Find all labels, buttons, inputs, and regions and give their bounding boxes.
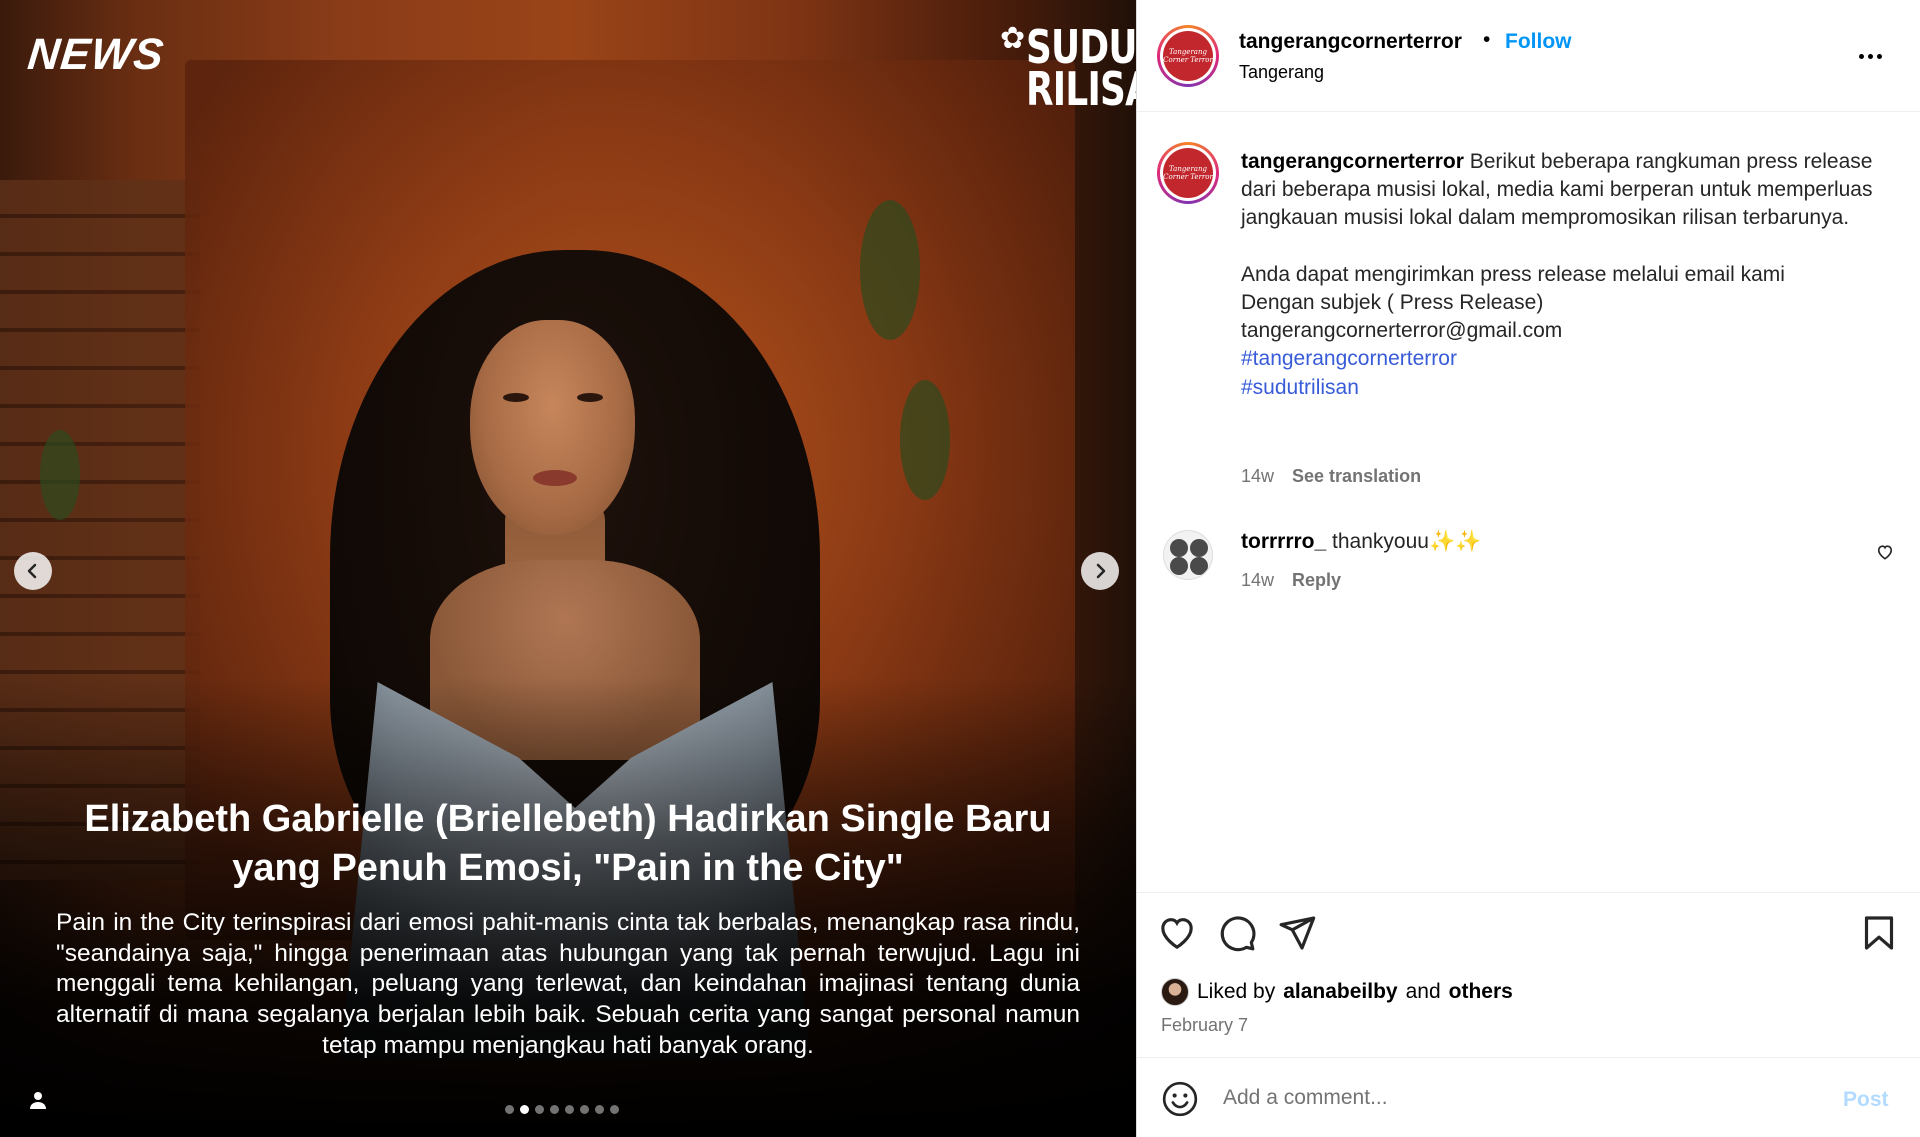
vine-leaves xyxy=(40,430,80,520)
caption-username[interactable]: tangerangcornerterror xyxy=(1241,150,1464,173)
caption-author-avatar[interactable]: Tangerang Corner Terror xyxy=(1157,142,1219,204)
save-bookmark-icon[interactable] xyxy=(1859,913,1899,953)
vine-leaves xyxy=(900,380,950,500)
comment-bubble-icon[interactable] xyxy=(1217,913,1257,953)
commenter-avatar[interactable] xyxy=(1163,530,1213,580)
liker-username[interactable]: alanabeilby xyxy=(1283,980,1397,1004)
comment-body: thankyouu✨✨ xyxy=(1326,530,1482,553)
comment-item: torrrrro_ thankyouu✨✨ 14w Reply xyxy=(1137,520,1920,600)
carousel-dot xyxy=(580,1105,589,1114)
likes-joiner: and xyxy=(1405,980,1441,1003)
next-slide-button[interactable] xyxy=(1081,552,1119,590)
like-heart-icon[interactable] xyxy=(1157,913,1197,953)
header-separator: • xyxy=(1483,28,1491,51)
news-label: NEWS xyxy=(25,30,167,79)
author-avatar[interactable]: Tangerang Corner Terror xyxy=(1157,25,1219,87)
vine-leaves xyxy=(860,200,920,340)
avatar-logo: Tangerang Corner Terror xyxy=(1163,148,1213,198)
follow-button[interactable]: Follow xyxy=(1505,30,1572,54)
carousel-dot xyxy=(550,1105,559,1114)
share-send-icon[interactable] xyxy=(1277,913,1317,953)
post-headline: Elizabeth Gabrielle (Briellebeth) Hadirk… xyxy=(84,798,1052,889)
caption-timestamp[interactable]: 14w xyxy=(1241,466,1274,487)
post-media: NEWS ✿ SUDUT RILISAN Elizabeth Gabrielle… xyxy=(0,0,1136,1137)
likes-prefix: Liked by xyxy=(1197,980,1276,1003)
hashtag-link[interactable]: #sudutrilisan xyxy=(1241,374,1881,402)
comment-text-block: torrrrro_ thankyouu✨✨ xyxy=(1241,530,1481,554)
carousel-dot xyxy=(610,1105,619,1114)
post-summary: Pain in the City terinspirasi dari emosi… xyxy=(56,909,1080,1059)
comment-meta: 14w Reply xyxy=(1241,570,1341,591)
likes-summary: Liked by alanabeilby and others xyxy=(1161,978,1513,1006)
brand-logo-line: RILISAN xyxy=(1025,62,1136,116)
post-header: Tangerang Corner Terror tangerangcornert… xyxy=(1137,0,1920,112)
chevron-right-icon xyxy=(1096,563,1106,579)
caption-text-block: tangerangcornerterror Berikut beberapa r… xyxy=(1241,148,1881,402)
prev-slide-button[interactable] xyxy=(14,552,52,590)
chevron-left-icon xyxy=(27,563,37,579)
person-face xyxy=(470,320,635,535)
post-date[interactable]: February 7 xyxy=(1161,1015,1248,1036)
liker-avatar[interactable] xyxy=(1161,978,1189,1006)
carousel-dot xyxy=(520,1105,529,1114)
hashtag-link[interactable]: #tangerangcornerterror xyxy=(1241,345,1881,373)
caption-meta: 14w See translation xyxy=(1241,466,1421,487)
see-translation-button[interactable]: See translation xyxy=(1292,466,1421,487)
add-comment-input[interactable] xyxy=(1223,1080,1803,1116)
post-sidebar: Tangerang Corner Terror tangerangcornert… xyxy=(1136,0,1920,1137)
comment-like-heart-icon[interactable] xyxy=(1875,542,1895,562)
author-username[interactable]: tangerangcornerterror xyxy=(1239,30,1462,54)
post-comment-button[interactable]: Post xyxy=(1843,1088,1889,1112)
emoji-icon[interactable] xyxy=(1161,1080,1199,1118)
commenter-username[interactable]: torrrrro_ xyxy=(1241,530,1326,553)
person-eye xyxy=(503,393,529,402)
caption-body: Berikut beberapa rangkuman press release… xyxy=(1241,150,1873,343)
user-tag-icon[interactable] xyxy=(26,1088,50,1112)
carousel-dot xyxy=(565,1105,574,1114)
carousel-dot xyxy=(535,1105,544,1114)
post-location[interactable]: Tangerang xyxy=(1239,62,1324,83)
brand-logo: SUDUT RILISAN xyxy=(1025,24,1136,116)
person-lips xyxy=(533,470,577,486)
carousel-dot xyxy=(505,1105,514,1114)
comment-timestamp[interactable]: 14w xyxy=(1241,570,1274,591)
carousel-indicator xyxy=(505,1105,619,1114)
carousel-dot xyxy=(595,1105,604,1114)
post-actions-bar xyxy=(1137,892,1920,972)
likes-others-link[interactable]: others xyxy=(1449,980,1513,1004)
person-eye xyxy=(577,393,603,402)
reply-button[interactable]: Reply xyxy=(1292,570,1341,591)
avatar-logo: Tangerang Corner Terror xyxy=(1163,31,1213,81)
more-options-icon[interactable] xyxy=(1859,44,1889,68)
bottom-gradient xyxy=(0,677,1136,1137)
comment-composer: Post xyxy=(1137,1057,1920,1137)
